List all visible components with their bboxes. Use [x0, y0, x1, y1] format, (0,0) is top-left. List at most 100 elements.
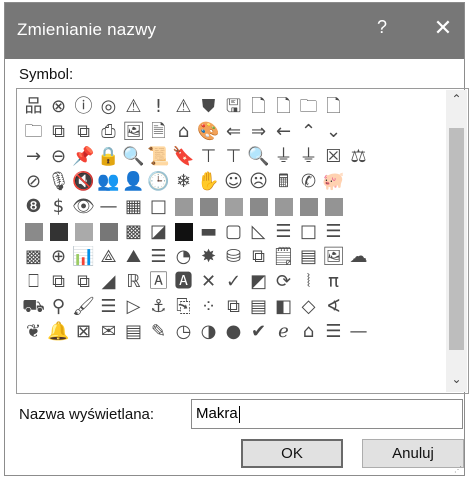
document-icon[interactable]: 🗎	[146, 119, 171, 144]
swatch-white[interactable]: □	[146, 194, 171, 219]
ok-button[interactable]: OK	[241, 439, 343, 468]
fill-bucket-icon[interactable]: ⛟	[21, 294, 46, 319]
pi-icon[interactable]: π	[321, 269, 346, 294]
checker-icon[interactable]: ▩	[21, 244, 46, 269]
checked-circle-icon[interactable]: ✔	[246, 319, 271, 344]
bell-icon[interactable]: 🔔	[46, 319, 71, 344]
home-2-icon[interactable]: ⌂	[296, 319, 321, 344]
filter-icon[interactable]: ⏚	[271, 144, 296, 169]
shapes-icon[interactable]: ⧉	[246, 244, 271, 269]
butterfly-icon[interactable]: ❦	[21, 319, 46, 344]
image-edit-icon[interactable]: 🖼	[321, 244, 346, 269]
letter-a-filled-icon[interactable]: 🅰	[171, 269, 196, 294]
microphone-icon[interactable]: 🎙	[46, 169, 71, 194]
record-icon[interactable]: ●	[221, 319, 246, 344]
users-icon[interactable]: 👥	[96, 169, 121, 194]
mountain-icon[interactable]: ⛰	[121, 244, 146, 269]
landscape-icon[interactable]: ☁	[346, 244, 371, 269]
magnifier-icon[interactable]: ⚲	[46, 294, 71, 319]
shield-icon[interactable]: ⛊	[196, 94, 221, 119]
id-card-icon[interactable]: ☒	[321, 144, 346, 169]
eraser-icon[interactable]: ◇	[296, 294, 321, 319]
presenter-icon[interactable]: ⊤	[221, 144, 246, 169]
radar-icon[interactable]: ✸	[196, 244, 221, 269]
swatch-gray-4[interactable]	[246, 194, 271, 219]
letter-a-box-icon[interactable]: 🄰	[146, 269, 171, 294]
triangle-icon[interactable]: ⟁	[96, 244, 121, 269]
contact-card-icon[interactable]: ▤	[121, 319, 146, 344]
scales-icon[interactable]: ⚖	[346, 144, 371, 169]
back-circle-icon[interactable]: ⊖	[46, 144, 71, 169]
scroll-thumb[interactable]	[449, 128, 464, 350]
bar-chart-icon[interactable]: 📊	[71, 244, 96, 269]
pen-box-icon[interactable]: ◩	[246, 269, 271, 294]
envelope-open-icon[interactable]: ⊠	[71, 319, 96, 344]
phone-icon[interactable]: ✆	[296, 169, 321, 194]
envelope-icon[interactable]: ✉	[96, 319, 121, 344]
cancel-button[interactable]: Anuluj	[362, 439, 464, 468]
refresh-icon[interactable]: ⟳	[271, 269, 296, 294]
org-chart-icon[interactable]: 品	[21, 94, 46, 119]
open-folder-icon[interactable]: 🗀	[21, 119, 46, 144]
swatch-black[interactable]	[171, 219, 196, 244]
check-icon[interactable]: ✓	[221, 269, 246, 294]
info-icon[interactable]: ⓘ	[71, 94, 96, 119]
dash-icon[interactable]: —	[96, 194, 121, 219]
eye-icon[interactable]: 👁	[71, 194, 96, 219]
dollar-icon[interactable]: $	[46, 194, 71, 219]
swatch-diagonal[interactable]: ◪	[146, 219, 171, 244]
lock-icon[interactable]: 🔒	[96, 144, 121, 169]
help-icon[interactable]: ?	[372, 17, 392, 38]
swatch-bars[interactable]: ▬	[196, 219, 221, 244]
swatch-gray-9[interactable]	[71, 219, 96, 244]
right-arrow-icon[interactable]: →	[21, 144, 46, 169]
piggy-bank-icon[interactable]: 🐖	[321, 169, 346, 194]
left-arrow-icon[interactable]: ←	[271, 119, 296, 144]
swatch-gray-7[interactable]	[321, 194, 346, 219]
home-icon[interactable]: ⌂	[171, 119, 196, 144]
cancel-circle-icon[interactable]: ⊗	[46, 94, 71, 119]
podium-icon[interactable]: ⊤	[196, 144, 221, 169]
group-icon[interactable]: ⧉	[71, 269, 96, 294]
user-icon[interactable]: 👤	[121, 169, 146, 194]
filter-clear-icon[interactable]: ⏚	[296, 144, 321, 169]
scroll-up-icon[interactable]: ⌃	[446, 92, 467, 110]
swatch-slash[interactable]: ◺	[246, 219, 271, 244]
swatch-pattern[interactable]: ▩	[121, 219, 146, 244]
folder-icon[interactable]: 🗀	[296, 94, 321, 119]
select-icon[interactable]: ⧉	[46, 269, 71, 294]
smile-icon[interactable]: ☺	[221, 169, 246, 194]
print-preview-icon[interactable]: ⎘	[171, 294, 196, 319]
bookmark-icon[interactable]: 🔖	[171, 144, 196, 169]
print-icon[interactable]: ⎙	[96, 119, 121, 144]
scroll-down-icon[interactable]: ⌄	[446, 372, 467, 390]
close-icon[interactable]: ✕	[431, 15, 455, 41]
swatch-gray-8[interactable]	[21, 219, 46, 244]
swatch-bands[interactable]: ☰	[321, 219, 346, 244]
up-chevron-icon[interactable]: ⌃	[296, 119, 321, 144]
warning-outline-icon[interactable]: ⚠	[171, 94, 196, 119]
pie-chart-icon[interactable]: ◔	[171, 244, 196, 269]
search-icon[interactable]: 🔍	[246, 144, 271, 169]
blank-page-icon[interactable]: 🗋	[321, 94, 346, 119]
frown-icon[interactable]: ☹	[246, 169, 271, 194]
clock-icon[interactable]: 🕒	[146, 169, 171, 194]
diagonal-icon[interactable]: ◢	[96, 269, 121, 294]
list-icon[interactable]: ▤	[296, 244, 321, 269]
frame-icon[interactable]: ⎕	[21, 269, 46, 294]
exclamation-icon[interactable]: !	[146, 94, 171, 119]
align-icon[interactable]: ☰	[146, 244, 171, 269]
resize-grip-icon[interactable]: ⋰	[454, 465, 462, 474]
down-chevron-icon[interactable]: ⌄	[321, 119, 346, 144]
picture-icon[interactable]: 🖼	[121, 119, 146, 144]
bracket-icon[interactable]: ⦚	[296, 269, 321, 294]
disc-icon[interactable]: ◑	[196, 319, 221, 344]
grid-icon[interactable]: ▦	[121, 194, 146, 219]
save-icon[interactable]: 🖫	[221, 94, 246, 119]
forward-icon[interactable]: ⇒	[246, 119, 271, 144]
swatch-gray-3[interactable]	[221, 194, 246, 219]
target-icon[interactable]: ◎	[96, 94, 121, 119]
text-format-icon[interactable]: ℝ	[121, 269, 146, 294]
timer-icon[interactable]: ◷	[171, 319, 196, 344]
calculator-icon[interactable]: 🖩	[271, 169, 296, 194]
